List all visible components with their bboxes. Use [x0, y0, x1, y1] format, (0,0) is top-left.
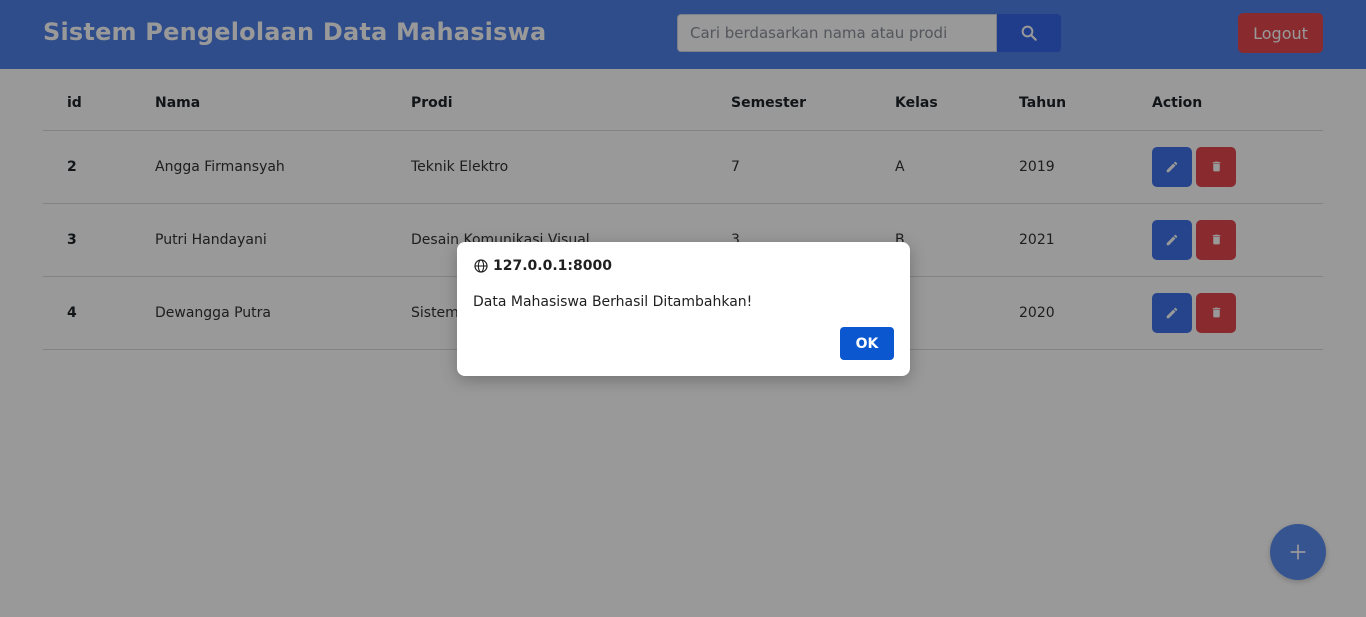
- dialog-message: Data Mahasiswa Berhasil Ditambahkan!: [473, 294, 753, 310]
- globe-icon: [474, 259, 488, 273]
- dialog-origin-text: 127.0.0.1:8000: [493, 258, 612, 274]
- dialog-origin: 127.0.0.1:8000: [473, 258, 612, 274]
- alert-dialog: 127.0.0.1:8000 Data Mahasiswa Berhasil D…: [457, 242, 910, 376]
- ok-button[interactable]: OK: [840, 327, 894, 360]
